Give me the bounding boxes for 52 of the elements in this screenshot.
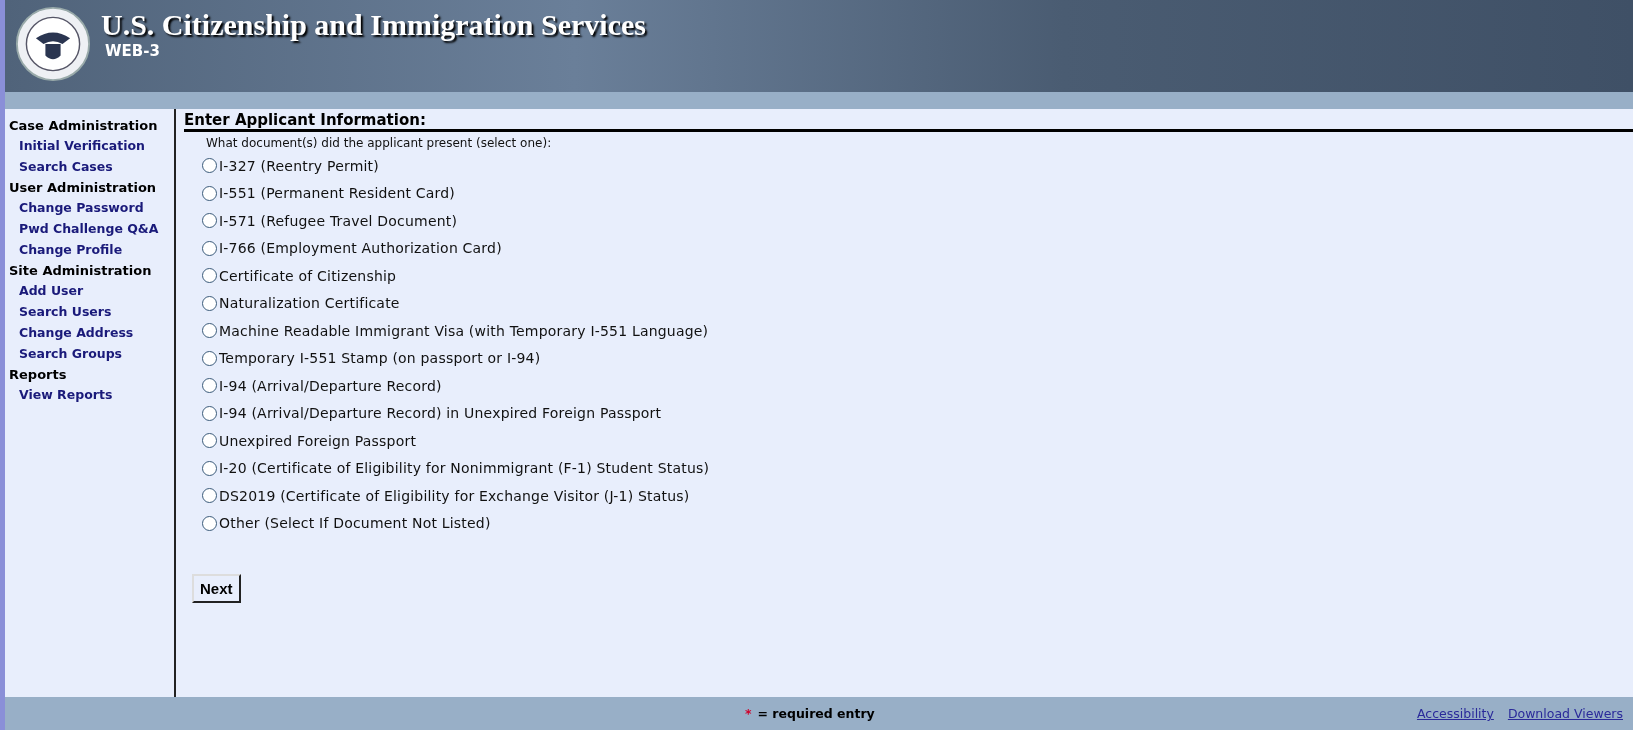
sidebar-link[interactable]: Search Users: [9, 301, 112, 322]
radio-button[interactable]: [202, 350, 217, 366]
sidebar-link[interactable]: Pwd Challenge Q&A: [9, 218, 159, 239]
site-subtitle: WEB-3: [105, 42, 161, 60]
sidebar-link[interactable]: Change Password: [9, 197, 144, 218]
radio-button[interactable]: [202, 405, 217, 421]
question-text: What document(s) did the applicant present (select one):: [206, 136, 552, 150]
radio-button[interactable]: [202, 213, 217, 229]
option-label: Certificate of Citizenship: [219, 267, 397, 284]
option-label: Machine Readable Immigrant Visa (with Temporary I-551 Language): [219, 322, 709, 339]
sidebar-link[interactable]: Change Address: [9, 322, 134, 343]
radio-button[interactable]: [202, 488, 217, 504]
section-heading: User Administration: [9, 179, 157, 197]
radio-button[interactable]: [202, 268, 217, 284]
option-label: I-20 (Certificate of Eligibility for Nonimmigrant (F-1) Student Status): [219, 460, 710, 477]
radio-button[interactable]: [202, 460, 217, 476]
sidebar-link[interactable]: Change Profile: [9, 239, 123, 260]
option-label: Other (Select If Document Not Listed): [219, 515, 491, 532]
radio-button[interactable]: [202, 240, 217, 256]
section-heading: Case Administration: [9, 117, 158, 135]
required-note: = required entry: [757, 706, 875, 721]
option-label: Naturalization Certificate: [219, 295, 400, 312]
sidebar-link[interactable]: Search Groups: [9, 343, 123, 364]
form-title: Enter Applicant Information:: [184, 111, 1633, 132]
radio-button[interactable]: [202, 515, 217, 531]
option-label: I-94 (Arrival/Departure Record): [219, 377, 442, 394]
radio-button[interactable]: [202, 433, 217, 449]
option-label: DS2019 (Certificate of Eligibility for Exchange Visitor (J-1) Status): [219, 487, 690, 504]
sidebar-link[interactable]: View Reports: [9, 384, 113, 405]
required-mark: *: [745, 706, 752, 721]
option-label: Unexpired Foreign Passport: [219, 432, 417, 449]
option-label: Temporary I-551 Stamp (on passport or I-94): [219, 350, 541, 367]
radio-button[interactable]: [202, 158, 217, 174]
footer-link[interactable]: Accessibility: [1416, 706, 1494, 721]
section-heading: Site Administration: [9, 262, 152, 280]
site-title: U.S. Citizenship and Immigration Services: [101, 8, 646, 42]
next-button[interactable]: Next: [192, 574, 241, 603]
footer-link[interactable]: Download Viewers: [1507, 706, 1623, 721]
sidebar-link[interactable]: Search Cases: [9, 156, 113, 177]
option-label: I-571 (Refugee Travel Document): [219, 212, 458, 229]
radio-button[interactable]: [202, 295, 217, 311]
seal-logo-icon: [15, 6, 91, 82]
radio-button[interactable]: [202, 185, 217, 201]
radio-button[interactable]: [202, 323, 217, 339]
option-label: I-766 (Employment Authorization Card): [219, 240, 502, 257]
option-label: I-327 (Reentry Permit): [219, 157, 379, 174]
option-label: I-551 (Permanent Resident Card): [219, 185, 456, 202]
radio-button[interactable]: [202, 378, 217, 394]
option-label: I-94 (Arrival/Departure Record) in Unexpired Foreign Passport: [219, 405, 662, 422]
sidebar-link[interactable]: Initial Verification: [9, 135, 145, 156]
section-heading: Reports: [9, 366, 67, 384]
sidebar-link[interactable]: Add User: [9, 280, 84, 301]
